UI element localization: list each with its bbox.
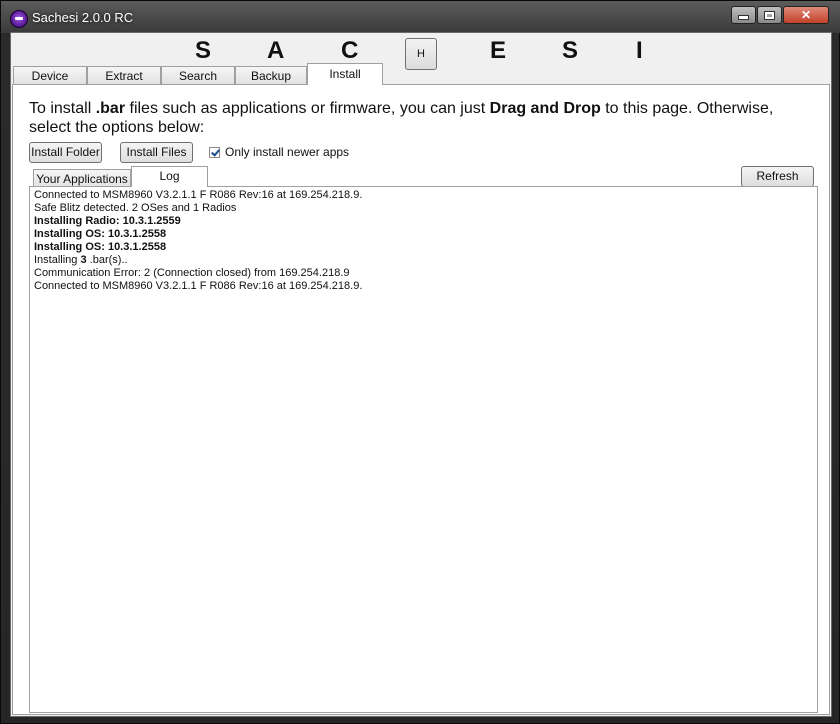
tab-device[interactable]: Device <box>13 66 87 84</box>
banner-letter: E <box>490 37 507 64</box>
install-panel: To install .bar files such as applicatio… <box>12 84 830 715</box>
banner-letter: I <box>636 37 643 64</box>
client-area: S A C H E S I Device Extract Search Back… <box>10 32 832 717</box>
install-instructions: To install .bar files such as applicatio… <box>29 99 809 137</box>
close-icon: ✕ <box>800 8 812 22</box>
intro-text: To install <box>29 100 96 117</box>
tab-search[interactable]: Search <box>161 66 235 84</box>
install-folder-button[interactable]: Install Folder <box>29 142 102 163</box>
log-line: Installing Radio: 10.3.1.2559 <box>34 215 181 227</box>
only-newer-apps-option[interactable]: Only install newer apps <box>209 145 349 159</box>
install-files-button[interactable]: Install Files <box>120 142 193 163</box>
log-line: Safe Blitz detected. 2 OSes and 1 Radios <box>34 202 237 214</box>
log-line: Connected to MSM8960 V3.2.1.1 F R086 Rev… <box>34 189 363 201</box>
banner-letter: S <box>195 37 212 64</box>
only-newer-apps-label: Only install newer apps <box>225 145 350 159</box>
refresh-button[interactable]: Refresh <box>741 166 814 187</box>
maximize-icon <box>764 10 775 20</box>
intro-bold-drag-drop: Drag and Drop <box>489 100 601 117</box>
log-line: Installing 3 .bar(s).. <box>34 254 813 267</box>
only-newer-apps-checkbox[interactable] <box>209 146 220 158</box>
tab-backup[interactable]: Backup <box>235 66 307 84</box>
sachesi-banner: S A C H E S I <box>11 33 831 70</box>
log-text: .bar(s).. <box>86 254 128 266</box>
log-text: Installing <box>34 254 81 266</box>
app-logo-icon[interactable] <box>10 10 28 28</box>
maximize-button[interactable] <box>757 6 782 24</box>
window-title: Sachesi 2.0.0 RC <box>32 10 134 25</box>
h-button[interactable]: H <box>405 38 437 70</box>
tab-install[interactable]: Install <box>307 63 383 85</box>
title-bar[interactable]: Sachesi 2.0.0 RC ✕ <box>1 1 840 33</box>
intro-bold-bar: .bar <box>95 100 126 117</box>
banner-letter: S <box>562 37 579 64</box>
log-line: Installing OS: 10.3.1.2558 <box>34 228 167 240</box>
banner-letter: C <box>341 37 359 64</box>
log-line: Communication Error: 2 (Connection close… <box>34 267 350 279</box>
tab-log[interactable]: Log <box>131 166 208 187</box>
log-line: Connected to MSM8960 V3.2.1.1 F R086 Rev… <box>34 280 363 292</box>
application-window: Sachesi 2.0.0 RC ✕ S A C H E S I Device … <box>0 0 840 724</box>
log-output[interactable]: Connected to MSM8960 V3.2.1.1 F R086 Rev… <box>29 186 818 713</box>
minimize-button[interactable] <box>731 6 756 24</box>
close-button[interactable]: ✕ <box>783 6 829 24</box>
log-line: Installing OS: 10.3.1.2558 <box>34 241 167 253</box>
banner-letter: A <box>267 37 285 64</box>
tab-your-applications[interactable]: Your Applications <box>33 169 131 187</box>
tab-extract[interactable]: Extract <box>87 66 161 84</box>
minimize-icon <box>738 15 749 20</box>
intro-text: files such as applications or firmware, … <box>125 100 490 117</box>
